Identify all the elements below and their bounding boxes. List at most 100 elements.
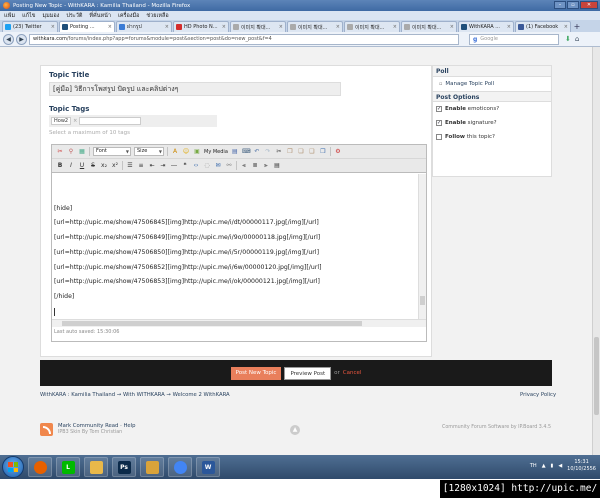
volume-icon[interactable]: ◀ [558, 463, 562, 469]
taskbar-app-word[interactable]: W [196, 457, 220, 477]
tab-4[interactable]: 이미지 확대... × [230, 21, 286, 32]
close-window-button[interactable]: ✕ [580, 1, 598, 9]
minimize-button[interactable]: – [554, 1, 566, 9]
option-checkbox[interactable]: ✓ [436, 120, 442, 126]
rss-icon[interactable] [40, 423, 53, 436]
manage-poll-link[interactable]: ▫ Manage Topic Poll [433, 77, 551, 91]
tag-entry-field[interactable] [79, 117, 142, 125]
tab-close-icon[interactable]: × [165, 24, 169, 30]
bold-icon[interactable]: B [56, 162, 64, 170]
text-color-icon[interactable]: A [171, 148, 179, 156]
tab-2[interactable]: ฝากรูป × [116, 21, 172, 32]
tag-chip[interactable]: How2 [51, 117, 72, 125]
taskbar-app-firefox[interactable] [28, 457, 52, 477]
footer-links[interactable]: Mark Community Read · Help [58, 423, 136, 429]
tab-8[interactable]: WithKARA ... × [458, 21, 514, 32]
align-left-icon[interactable]: ⫷ [240, 162, 248, 170]
tab-1[interactable]: Posting ... × [59, 21, 115, 32]
menu-view[interactable]: มุมมอง [42, 12, 59, 20]
tab-close-icon[interactable]: × [279, 24, 283, 30]
editor-text-area[interactable]: [hide] [url=http://upic.me/show/47506845… [52, 174, 418, 319]
download-icon[interactable]: ⬇ [565, 35, 571, 43]
topic-title-input[interactable]: [คู่มือ] วิธีการโพสรูป ปัดรูป และคลิปต่า… [49, 82, 341, 96]
editor-horizontal-scrollbar[interactable] [52, 319, 426, 327]
search-box[interactable]: g Google [469, 33, 559, 45]
subscript-icon[interactable]: x₂ [100, 162, 108, 170]
language-indicator[interactable]: TH [530, 463, 537, 469]
menu-history[interactable]: ประวัติ [66, 12, 82, 20]
align-center-icon[interactable]: ≣ [251, 162, 259, 170]
taskbar-app-line[interactable]: L [56, 457, 80, 477]
tab-5[interactable]: 이미지 확대... × [287, 21, 343, 32]
back-button[interactable]: ◀ [3, 33, 14, 45]
tab-7[interactable]: 이미지 확대... × [401, 21, 457, 32]
copy-icon[interactable]: ❐ [286, 148, 294, 156]
font-select[interactable]: Font ▼ [93, 147, 131, 156]
tab-close-icon[interactable]: × [336, 24, 340, 30]
underline-icon[interactable]: U [78, 162, 86, 170]
scroll-thumb[interactable] [594, 337, 599, 415]
cut-icon[interactable]: ✂ [275, 148, 283, 156]
tab-9[interactable]: (1) Facebook × [515, 21, 571, 32]
post-option-0[interactable]: ✓ Enable emoticons? [433, 102, 551, 116]
tab-close-icon[interactable]: × [450, 24, 454, 30]
scroll-thumb[interactable] [62, 321, 362, 326]
taskbar-app-photoshop[interactable]: Ps [112, 457, 136, 477]
quote-icon[interactable]: ❝ [181, 162, 189, 170]
bullet-list-icon[interactable]: ☰ [126, 162, 134, 170]
redo-icon[interactable]: ↷ [264, 148, 272, 156]
taskbar-app-explorer[interactable] [140, 457, 164, 477]
preview-post-button[interactable]: Preview Post [284, 366, 332, 380]
menu-help[interactable]: ช่วยเหลือ [146, 12, 168, 20]
horizontal-rule-icon[interactable]: ― [170, 162, 178, 170]
paste-icon[interactable]: ❏ [297, 148, 305, 156]
align-right-icon[interactable]: ⫸ [262, 162, 270, 170]
unlink-icon[interactable]: ⚯ [225, 162, 233, 170]
remove-format-icon[interactable]: ✂ [56, 148, 64, 156]
strike-icon[interactable]: S [89, 162, 97, 170]
network-icon[interactable]: ▮ [551, 463, 554, 469]
privacy-policy-link[interactable]: Privacy Policy [520, 392, 556, 398]
paste-word-icon[interactable]: ❒ [319, 148, 327, 156]
new-tab-button[interactable]: + [572, 22, 582, 32]
image-icon[interactable]: ▤ [231, 148, 239, 156]
post-option-2[interactable]: Follow this topic? [433, 130, 551, 144]
link-icon[interactable]: ⚲ [67, 148, 75, 156]
tab-3[interactable]: HD Photo N... × [173, 21, 229, 32]
tab-close-icon[interactable]: × [51, 24, 55, 30]
media-icon[interactable]: ▣ [193, 148, 201, 156]
back-to-top-icon[interactable]: ▲ [290, 425, 300, 435]
post-new-topic-button[interactable]: Post New Topic [230, 366, 282, 380]
superscript-icon[interactable]: x² [111, 162, 119, 170]
tab-close-icon[interactable]: × [108, 24, 112, 30]
taskbar-app-folder[interactable] [84, 457, 108, 477]
cancel-link[interactable]: Cancel [343, 370, 362, 376]
code-icon[interactable]: ‹› [192, 162, 200, 170]
tab-close-icon[interactable]: × [564, 24, 568, 30]
size-select[interactable]: Size ▼ [134, 147, 164, 156]
tab-close-icon[interactable]: × [507, 24, 511, 30]
tab-close-icon[interactable]: × [393, 24, 397, 30]
my-media-button[interactable]: My Media [204, 149, 228, 155]
forward-button[interactable]: ▶ [16, 33, 27, 45]
justify-icon[interactable]: ▤ [273, 162, 281, 170]
post-option-1[interactable]: ✓ Enable signature? [433, 116, 551, 130]
option-checkbox[interactable] [436, 134, 442, 140]
page-vertical-scrollbar[interactable] [592, 47, 600, 455]
tab-0[interactable]: (23) Twitter × [2, 21, 58, 32]
menu-edit[interactable]: แก้ไข [22, 12, 35, 20]
special-chars-icon[interactable]: ⌨ [242, 148, 251, 156]
undo-icon[interactable]: ↶ [253, 148, 261, 156]
tab-close-icon[interactable]: × [222, 24, 226, 30]
topic-tags-input[interactable]: How2 × [49, 115, 217, 127]
home-icon[interactable]: ⌂ [575, 35, 579, 43]
tab-6[interactable]: 이미지 확대... × [344, 21, 400, 32]
taskbar-app-chrome[interactable] [168, 457, 192, 477]
paste-text-icon[interactable]: ❑ [308, 148, 316, 156]
option-checkbox[interactable]: ✓ [436, 106, 442, 112]
table-icon[interactable]: ▦ [78, 148, 86, 156]
tag-remove-icon[interactable]: × [73, 118, 77, 124]
spoiler-icon[interactable]: ◌ [203, 162, 211, 170]
indent-icon[interactable]: ⇥ [159, 162, 167, 170]
scroll-thumb[interactable] [420, 296, 425, 305]
